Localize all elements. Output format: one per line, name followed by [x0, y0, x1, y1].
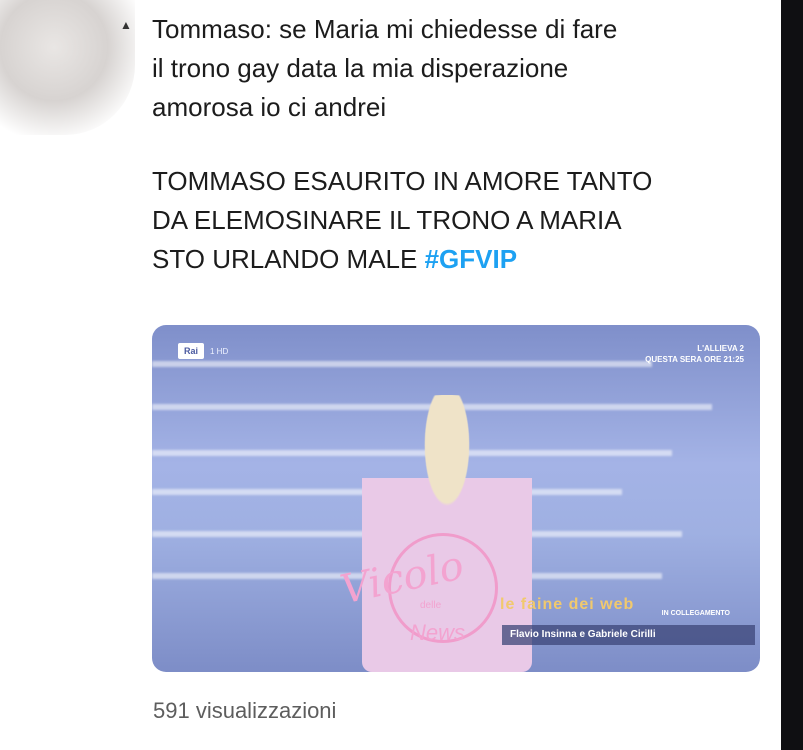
- channel-sub: 1 HD: [210, 347, 229, 356]
- tweet-caps-line: STO URLANDO MALE #GFVIP: [152, 240, 772, 279]
- lower-third-ticker: Flavio Insinna e Gabriele Cirilli: [502, 625, 755, 645]
- tweet-line: il trono gay data la mia disperazione: [152, 53, 569, 83]
- tweet-line: Tommaso: se Maria mi chiedesse di fare: [152, 14, 618, 44]
- profile-avatar[interactable]: [0, 0, 135, 135]
- screen-edge: [781, 0, 803, 750]
- view-count: 591 visualizzazioni: [153, 698, 337, 723]
- tweet-caps-line: DA ELEMOSINARE IL TRONO A MARIA: [152, 205, 622, 235]
- watermark-small: delle: [420, 600, 442, 611]
- watermark-right: le faine dei web: [500, 596, 635, 613]
- hashtag-link[interactable]: #GFVIP: [425, 244, 517, 274]
- tweet-line: amorosa io ci andrei: [152, 92, 387, 122]
- ticker-label: IN COLLEGAMENTO: [661, 610, 730, 617]
- promo-overlay: L'ALLIEVA 2 QUESTA SERA ORE 21:25: [645, 343, 744, 365]
- watermark-news: News: [410, 620, 466, 645]
- avatar-edge-mark: ▲: [120, 18, 132, 32]
- tweet-caps-line: TOMMASO ESAURITO IN AMORE TANTO: [152, 166, 653, 196]
- promo-time: QUESTA SERA ORE 21:25: [645, 355, 744, 364]
- tweet-caps-text: STO URLANDO MALE: [152, 244, 418, 274]
- light-stripe: [152, 361, 652, 367]
- channel-logo: Rai: [178, 343, 204, 359]
- promo-title: L'ALLIEVA 2: [697, 344, 744, 353]
- tweet-text: Tommaso: se Maria mi chiedesse di fare i…: [152, 10, 772, 279]
